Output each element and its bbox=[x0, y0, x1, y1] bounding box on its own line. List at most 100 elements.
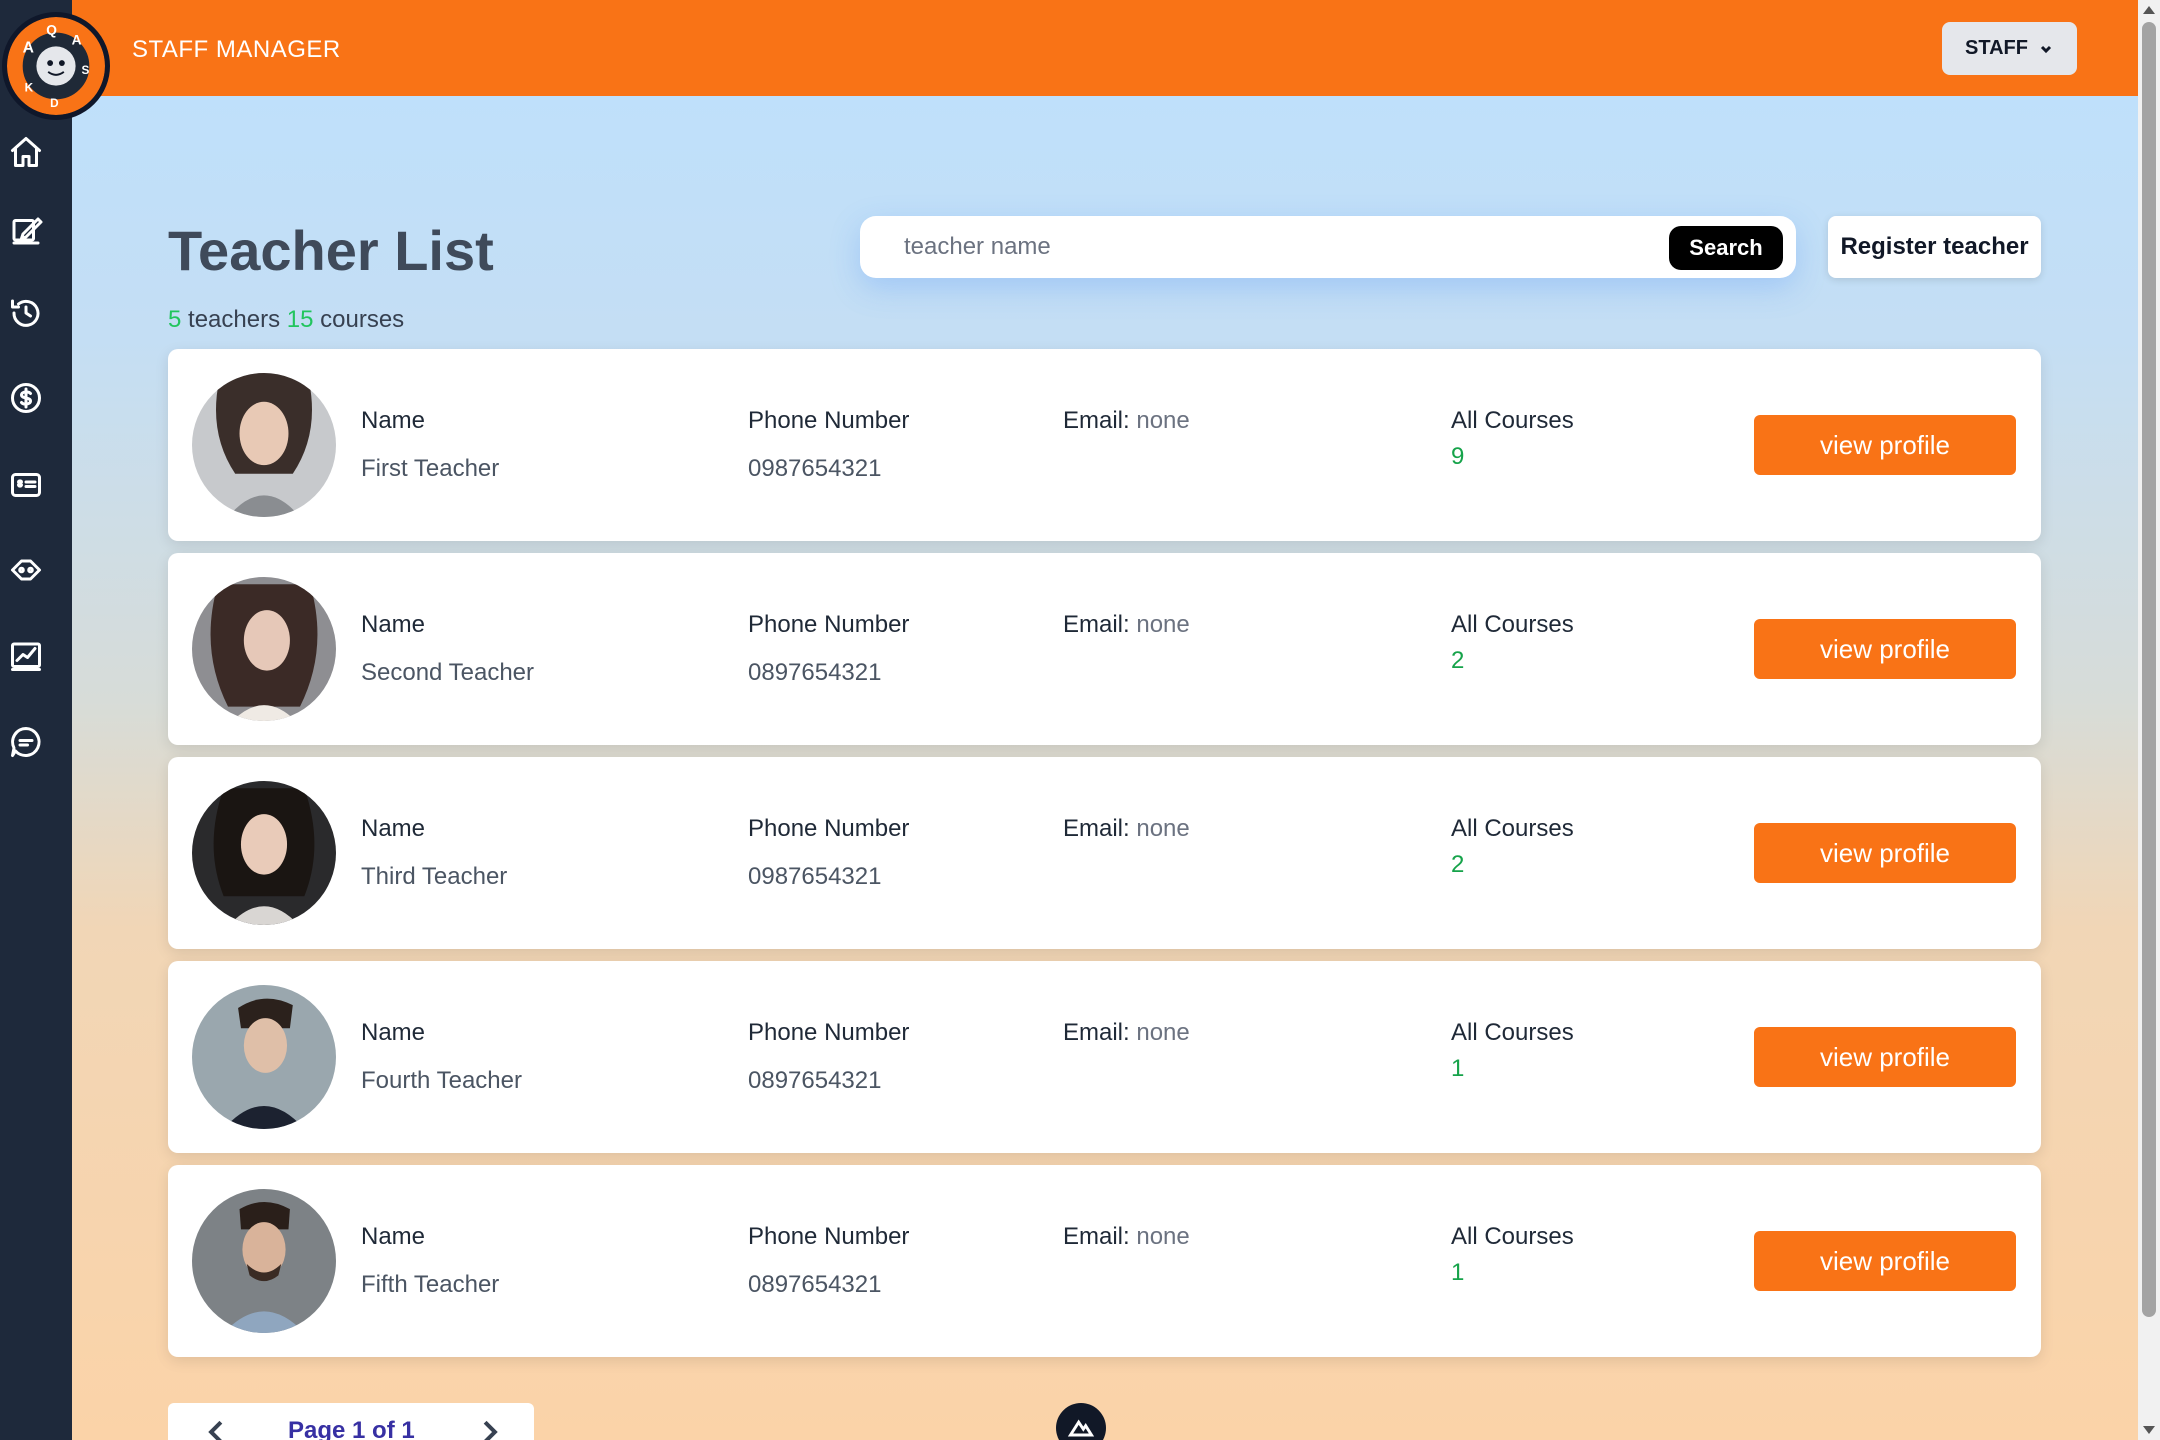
name-label: Name bbox=[361, 407, 426, 434]
courses-label: All Courses bbox=[1451, 1223, 1574, 1250]
svg-text:Q: Q bbox=[46, 23, 57, 38]
courses-label: All Courses bbox=[1451, 407, 1574, 434]
teacher-email: none bbox=[1136, 1019, 1190, 1046]
view-profile-button[interactable]: view profile bbox=[1754, 1027, 2016, 1087]
course-count-label: courses bbox=[320, 306, 405, 333]
dollar-circle-icon[interactable] bbox=[6, 378, 46, 418]
svg-text:A: A bbox=[72, 32, 82, 47]
teacher-name: Fourth Teacher bbox=[361, 1067, 522, 1094]
home-icon[interactable] bbox=[6, 132, 46, 172]
phone-label: Phone Number bbox=[748, 1019, 910, 1046]
email-label: Email: bbox=[1063, 611, 1130, 638]
teacher-card: Name Third Teacher Phone Number 09876543… bbox=[168, 757, 2041, 949]
view-profile-button[interactable]: view profile bbox=[1754, 619, 2016, 679]
search-bar: Search bbox=[860, 216, 1796, 278]
chevron-down-icon bbox=[2040, 45, 2052, 53]
teacher-phone: 0987654321 bbox=[748, 863, 882, 890]
teacher-count-label: teachers bbox=[188, 306, 281, 333]
teacher-email: none bbox=[1136, 611, 1190, 638]
teacher-name: Fifth Teacher bbox=[361, 1271, 500, 1298]
chevron-right-icon[interactable] bbox=[478, 1417, 502, 1440]
avatar bbox=[192, 985, 336, 1129]
search-button[interactable]: Search bbox=[1669, 226, 1783, 270]
chart-icon[interactable] bbox=[6, 636, 46, 676]
svg-text:D: D bbox=[50, 97, 59, 110]
brand-title: STAFF MANAGER bbox=[132, 36, 341, 63]
mountain-logo-icon bbox=[1067, 1419, 1095, 1437]
email-label: Email: bbox=[1063, 1223, 1130, 1250]
teacher-email: none bbox=[1136, 1223, 1190, 1250]
teacher-card: Name First Teacher Phone Number 09876543… bbox=[168, 349, 2041, 541]
page-indicator: Page 1 of 1 bbox=[288, 1417, 415, 1440]
avatar bbox=[192, 781, 336, 925]
avatar bbox=[192, 373, 336, 517]
scroll-down-arrow-icon[interactable] bbox=[2143, 1426, 2155, 1434]
search-input[interactable] bbox=[904, 229, 1604, 265]
view-profile-button[interactable]: view profile bbox=[1754, 415, 2016, 475]
teacher-phone: 0897654321 bbox=[748, 1271, 882, 1298]
history-icon[interactable] bbox=[6, 293, 46, 333]
staff-menu-button[interactable]: STAFF bbox=[1942, 22, 2077, 75]
svg-text:A: A bbox=[23, 39, 34, 56]
avatar bbox=[192, 1189, 336, 1333]
phone-label: Phone Number bbox=[748, 611, 910, 638]
pagination: Page 1 of 1 bbox=[168, 1403, 534, 1440]
register-teacher-button[interactable]: Register teacher bbox=[1828, 216, 2041, 278]
teacher-count: 5 bbox=[168, 306, 182, 333]
name-label: Name bbox=[361, 611, 426, 638]
teacher-phone: 0987654321 bbox=[748, 455, 882, 482]
courses-label: All Courses bbox=[1451, 1019, 1574, 1046]
email-field: Email: none bbox=[1063, 1019, 1190, 1047]
teacher-name: Third Teacher bbox=[361, 863, 508, 890]
courses-label: All Courses bbox=[1451, 815, 1574, 842]
teacher-email: none bbox=[1136, 815, 1190, 842]
teacher-course-count: 1 bbox=[1451, 1259, 1465, 1286]
teacher-course-count: 2 bbox=[1451, 851, 1465, 878]
courses-label: All Courses bbox=[1451, 611, 1574, 638]
devtools-toggle-button[interactable] bbox=[1056, 1403, 1106, 1440]
email-label: Email: bbox=[1063, 815, 1130, 842]
course-count: 15 bbox=[286, 306, 314, 333]
phone-label: Phone Number bbox=[748, 815, 910, 842]
chevron-left-icon[interactable] bbox=[204, 1417, 228, 1440]
email-field: Email: none bbox=[1063, 407, 1190, 435]
email-field: Email: none bbox=[1063, 1223, 1190, 1251]
teacher-course-count: 1 bbox=[1451, 1055, 1465, 1082]
teacher-email: none bbox=[1136, 407, 1190, 434]
svg-text:K: K bbox=[25, 81, 34, 94]
scroll-up-arrow-icon[interactable] bbox=[2143, 6, 2155, 14]
name-label: Name bbox=[361, 1223, 426, 1250]
page-scrollbar[interactable] bbox=[2138, 0, 2160, 1440]
phone-label: Phone Number bbox=[748, 1223, 910, 1250]
main-content: Teacher List 5 teachers 15 courses Searc… bbox=[72, 96, 2138, 1440]
email-field: Email: none bbox=[1063, 611, 1190, 639]
teacher-card: Name Fourth Teacher Phone Number 0897654… bbox=[168, 961, 2041, 1153]
teacher-card: Name Fifth Teacher Phone Number 08976543… bbox=[168, 1165, 2041, 1357]
avatar bbox=[192, 577, 336, 721]
phone-label: Phone Number bbox=[748, 407, 910, 434]
top-navbar: STAFF MANAGER STAFF bbox=[0, 0, 2138, 96]
chat-icon[interactable] bbox=[6, 722, 46, 762]
edit-icon[interactable] bbox=[6, 211, 46, 251]
email-field: Email: none bbox=[1063, 815, 1190, 843]
teacher-course-count: 2 bbox=[1451, 647, 1465, 674]
email-label: Email: bbox=[1063, 1019, 1130, 1046]
app-logo[interactable]: A Q A S D K bbox=[2, 12, 110, 120]
email-label: Email: bbox=[1063, 407, 1130, 434]
staff-menu-label: STAFF bbox=[1965, 37, 2028, 59]
name-label: Name bbox=[361, 815, 426, 842]
view-profile-button[interactable]: view profile bbox=[1754, 823, 2016, 883]
scroll-thumb[interactable] bbox=[2142, 22, 2156, 1317]
teacher-name: First Teacher bbox=[361, 455, 500, 482]
svg-text:S: S bbox=[81, 64, 89, 77]
teacher-card: Name Second Teacher Phone Number 0897654… bbox=[168, 553, 2041, 745]
summary-counts: 5 teachers 15 courses bbox=[168, 306, 404, 334]
teacher-course-count: 9 bbox=[1451, 443, 1465, 470]
palette-icon[interactable] bbox=[6, 550, 46, 590]
teacher-name: Second Teacher bbox=[361, 659, 535, 686]
name-label: Name bbox=[361, 1019, 426, 1046]
page-title: Teacher List bbox=[168, 219, 494, 282]
sidebar bbox=[0, 0, 72, 1440]
id-card-icon[interactable] bbox=[6, 465, 46, 505]
view-profile-button[interactable]: view profile bbox=[1754, 1231, 2016, 1291]
